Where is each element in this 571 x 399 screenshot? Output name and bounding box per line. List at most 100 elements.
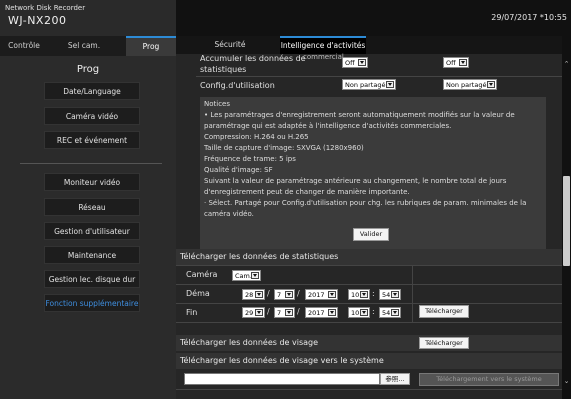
notices-box: Notices • Les paramétrages d'enregistrem…: [200, 97, 546, 255]
chevron-down-icon: [285, 291, 293, 298]
end-month-select[interactable]: 7: [274, 307, 295, 318]
scroll-down-icon[interactable]: ⌄: [563, 377, 570, 385]
validate-button[interactable]: Valider: [353, 228, 389, 241]
nav-camera-video[interactable]: Caméra vidéo: [44, 107, 140, 125]
nav-gestion-disque[interactable]: Gestion lec. disque dur: [44, 270, 140, 288]
notice-line: caméra vidéo.: [204, 210, 254, 218]
end-year-select[interactable]: 2017: [305, 307, 338, 318]
start-label: Déma: [186, 289, 210, 298]
start-month-select[interactable]: 7: [274, 289, 295, 300]
row-divider: [176, 284, 562, 285]
tab-intelligence-activites[interactable]: Intelligence d'activités: [280, 36, 366, 54]
chevron-down-icon: [285, 309, 293, 316]
tab-sel-cam[interactable]: Sel cam.: [52, 36, 116, 56]
select-value: 10: [351, 309, 360, 317]
vertical-scrollbar[interactable]: ⌃ ⌄: [562, 36, 571, 399]
camera-select[interactable]: Cam.1: [232, 270, 261, 281]
start-hour-select[interactable]: 10: [348, 289, 370, 300]
chevron-down-icon: [251, 272, 259, 279]
chevron-down-icon: [360, 309, 368, 316]
notice-line: Fréquence de trame: 5 ips: [204, 155, 296, 163]
end-minute-select[interactable]: 54: [379, 307, 401, 318]
scrollbar-thumb[interactable]: [563, 176, 570, 266]
sub-tabs: Sécurité Intelligence d'activités: [176, 36, 562, 54]
config-usage-select-1[interactable]: Non partagé: [342, 79, 396, 90]
accumulate-stats-overlay: commercial: [303, 53, 344, 61]
download-face-button[interactable]: Télécharger: [419, 337, 469, 349]
chevron-down-icon: [358, 59, 366, 66]
chevron-down-icon: [328, 309, 336, 316]
nav-maintenance[interactable]: Maintenance: [44, 246, 140, 264]
nav-rec-evenement[interactable]: REC et événement: [44, 131, 140, 149]
column-divider: [412, 265, 413, 322]
select-value: Non partagé: [345, 81, 386, 89]
date-time: 29/07/2017 *10:55: [491, 13, 567, 22]
select-value: 7: [277, 309, 282, 317]
notice-line: Suivant la valeur de paramétrage antérie…: [204, 177, 507, 185]
row-divider: [176, 389, 562, 390]
upload-to-system-button[interactable]: Téléchargement vers le système: [419, 373, 559, 386]
nav-moniteur-video[interactable]: Moniteur vidéo: [44, 173, 140, 191]
chevron-down-icon: [487, 81, 495, 88]
date-separator: /: [297, 289, 300, 298]
notice-line: paramétrage qui est adaptée à l'intellig…: [204, 122, 452, 130]
nav-title: Prog: [76, 64, 100, 75]
face-system-section-header: Télécharger les données de visage vers l…: [176, 353, 562, 369]
nav-fonction-supplementaire[interactable]: Fonction supplémentaire: [44, 294, 140, 312]
accumulate-stats-select-1[interactable]: Off: [342, 57, 368, 68]
left-nav: Contrôle Sel cam. Prog Prog Date/Languag…: [0, 36, 176, 399]
top-bar: Network Disk Recorder WJ-NX200 29/07/201…: [0, 0, 571, 36]
start-minute-select[interactable]: 54: [379, 289, 401, 300]
notice-line: · Sélect. Partagé pour Config.d'utilisat…: [204, 199, 527, 207]
row-divider: [176, 265, 562, 266]
notices-title: Notices: [204, 100, 231, 108]
face-section-header: Télécharger les données de visage: [176, 335, 562, 351]
file-path-input[interactable]: [184, 373, 380, 385]
select-value: Off: [345, 59, 355, 67]
accumulate-stats-select-2[interactable]: Off: [443, 57, 469, 68]
product-name: Network Disk Recorder: [5, 4, 86, 12]
tab-controle[interactable]: Contrôle: [0, 36, 48, 56]
select-value: Non partagé: [446, 81, 487, 89]
scroll-up-icon[interactable]: ⌃: [563, 60, 570, 68]
chevron-down-icon: [391, 309, 399, 316]
start-day-select[interactable]: 28: [242, 289, 265, 300]
select-value: 28: [245, 291, 254, 299]
model-name: WJ-NX200: [8, 14, 67, 27]
select-value: 2017: [308, 291, 325, 299]
select-value: 2017: [308, 309, 325, 317]
chevron-down-icon: [386, 81, 394, 88]
start-year-select[interactable]: 2017: [305, 289, 338, 300]
nav-divider: [20, 163, 162, 164]
select-value: 54: [382, 309, 391, 317]
chevron-down-icon: [459, 59, 467, 66]
row-divider: [196, 76, 562, 77]
time-separator: :: [372, 307, 375, 316]
date-separator: /: [267, 289, 270, 298]
download-stats-button[interactable]: Télécharger: [419, 305, 469, 318]
notice-line: Compression: H.264 ou H.265: [204, 133, 309, 141]
tab-securite[interactable]: Sécurité: [196, 36, 264, 54]
tab-prog[interactable]: Prog: [126, 36, 176, 56]
end-day-select[interactable]: 29: [242, 307, 265, 318]
nav-reseau[interactable]: Réseau: [44, 198, 140, 216]
select-value: 29: [245, 309, 254, 317]
main-panel: Sécurité Intelligence d'activités Accumu…: [176, 36, 562, 399]
chevron-down-icon: [328, 291, 336, 298]
end-hour-select[interactable]: 10: [348, 307, 370, 318]
select-value: 10: [351, 291, 360, 299]
nav-date-language[interactable]: Date/Language: [44, 82, 140, 100]
browse-button[interactable]: 参照...: [380, 373, 410, 385]
notice-line: Taille de capture d'image: SXVGA (1280x9…: [204, 144, 364, 152]
date-separator: /: [297, 307, 300, 316]
notice-line: Qualité d'image: SF: [204, 166, 273, 174]
config-usage-select-2[interactable]: Non partagé: [443, 79, 497, 90]
nav-gestion-utilisateur[interactable]: Gestion d'utilisateur: [44, 222, 140, 240]
config-usage-label: Config.d'utilisation: [200, 81, 275, 90]
select-value: 7: [277, 291, 282, 299]
end-label: Fin: [186, 308, 198, 317]
chevron-down-icon: [391, 291, 399, 298]
select-value: 54: [382, 291, 391, 299]
accumulate-stats-label-2: statistiques: [200, 65, 247, 74]
camera-label: Caméra: [186, 270, 218, 279]
